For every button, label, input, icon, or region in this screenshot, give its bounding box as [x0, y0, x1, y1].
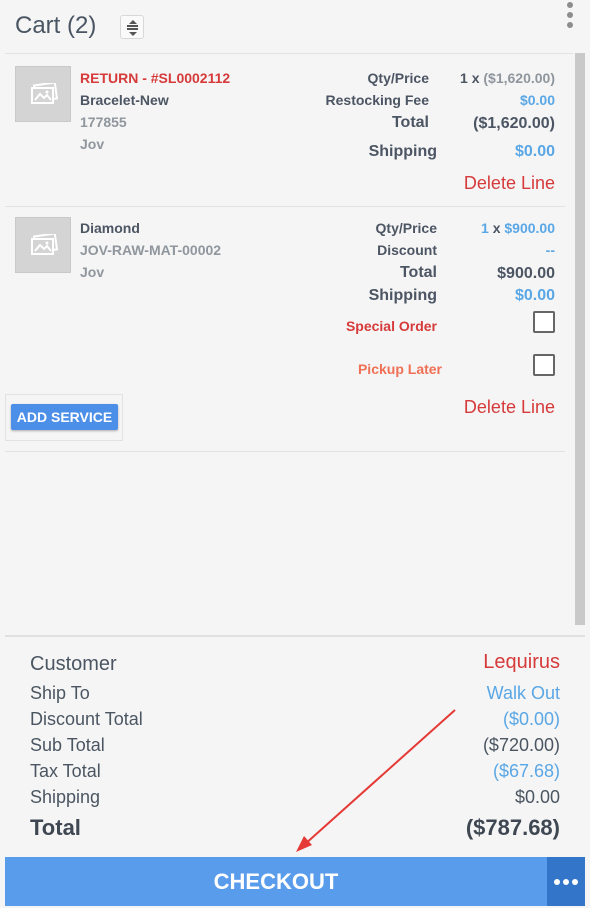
product-sku: JOV-RAW-MAT-00002 — [80, 242, 222, 258]
ship-to-value[interactable]: Walk Out — [487, 683, 560, 704]
shipping-label: Shipping — [368, 143, 437, 160]
special-order-label: Special Order — [345, 318, 437, 334]
customer-value[interactable]: Lequirus — [483, 651, 560, 674]
qty-value: 1 x — [460, 70, 480, 86]
product-name: Bracelet-New — [80, 92, 169, 108]
qty-price-label: Qty/Price — [367, 70, 429, 86]
product-name: Diamond — [80, 220, 140, 236]
special-order-checkbox[interactable] — [533, 311, 555, 333]
shipping-value[interactable]: $0.00 — [515, 287, 555, 305]
price-value[interactable]: $900.00 — [504, 220, 555, 236]
qty-value[interactable]: 1 — [481, 220, 489, 236]
price-value: ($1,620.00) — [483, 70, 555, 86]
cart-title: Cart (2) — [15, 12, 97, 39]
restocking-fee-value[interactable]: $0.00 — [520, 92, 555, 108]
product-image-placeholder-icon — [15, 66, 71, 122]
sub-total-label: Sub Total — [30, 735, 105, 755]
more-options-icon[interactable] — [564, 2, 576, 32]
checkout-more-options-icon[interactable] — [547, 857, 585, 906]
qty-price-value: 1 x $900.00 — [481, 220, 555, 236]
total-label: Total — [399, 264, 437, 281]
add-service-container: ADD SERVICE — [5, 394, 123, 441]
product-image-placeholder-icon — [15, 217, 71, 273]
tax-total-label: Tax Total — [30, 761, 101, 781]
tax-total-value[interactable]: ($67.68) — [493, 761, 560, 782]
checkout-button[interactable]: CHECKOUT — [5, 857, 547, 906]
discount-total-label: Discount Total — [30, 709, 143, 729]
pickup-later-label: Pickup Later — [357, 361, 442, 377]
total-value: $900.00 — [497, 265, 555, 282]
discount-total-value[interactable]: ($0.00) — [503, 709, 560, 730]
delete-line-button[interactable]: Delete Line — [464, 173, 555, 194]
grand-total-label: Total — [30, 815, 81, 840]
product-vendor: Jov — [80, 264, 105, 280]
cart-items-list: RETURN - #SL0002112 Bracelet-New 177855 … — [5, 53, 573, 625]
discount-value[interactable]: -- — [546, 242, 555, 258]
total-label: Total — [391, 114, 429, 131]
collapse-icon — [129, 20, 137, 24]
shipping-value: $0.00 — [514, 787, 560, 807]
qty-price-label: Qty/Price — [375, 220, 437, 236]
ship-to-label: Ship To — [30, 683, 90, 703]
discount-label: Discount — [377, 242, 437, 258]
add-service-button[interactable]: ADD SERVICE — [11, 404, 118, 430]
customer-label: Customer — [30, 653, 117, 675]
qty-price-value: 1 x ($1,620.00) — [460, 70, 555, 86]
cart-header: Cart (2) — [0, 0, 590, 52]
collapse-expand-button[interactable] — [120, 15, 144, 39]
cart-line-item: RETURN - #SL0002112 Bracelet-New 177855 … — [5, 54, 565, 207]
qty-times: x — [492, 220, 501, 236]
return-title: RETURN - #SL0002112 — [80, 70, 231, 86]
product-vendor: Jov — [80, 136, 105, 152]
restocking-fee-label: Restocking Fee — [325, 92, 429, 108]
shipping-label: Shipping — [30, 787, 101, 807]
product-sku: 177855 — [80, 114, 127, 130]
grand-total-value: ($787.68) — [465, 815, 560, 840]
total-value: ($1,620.00) — [473, 115, 555, 132]
items-scrollbar[interactable] — [575, 53, 585, 625]
delete-line-button[interactable]: Delete Line — [464, 397, 555, 418]
sub-total-value: ($720.00) — [482, 735, 560, 755]
shipping-label: Shipping — [368, 287, 437, 304]
pickup-later-checkbox[interactable] — [533, 354, 555, 376]
shipping-value[interactable]: $0.00 — [515, 143, 555, 161]
order-summary: Customer Lequirus Ship To Walk Out Disco… — [5, 635, 585, 855]
